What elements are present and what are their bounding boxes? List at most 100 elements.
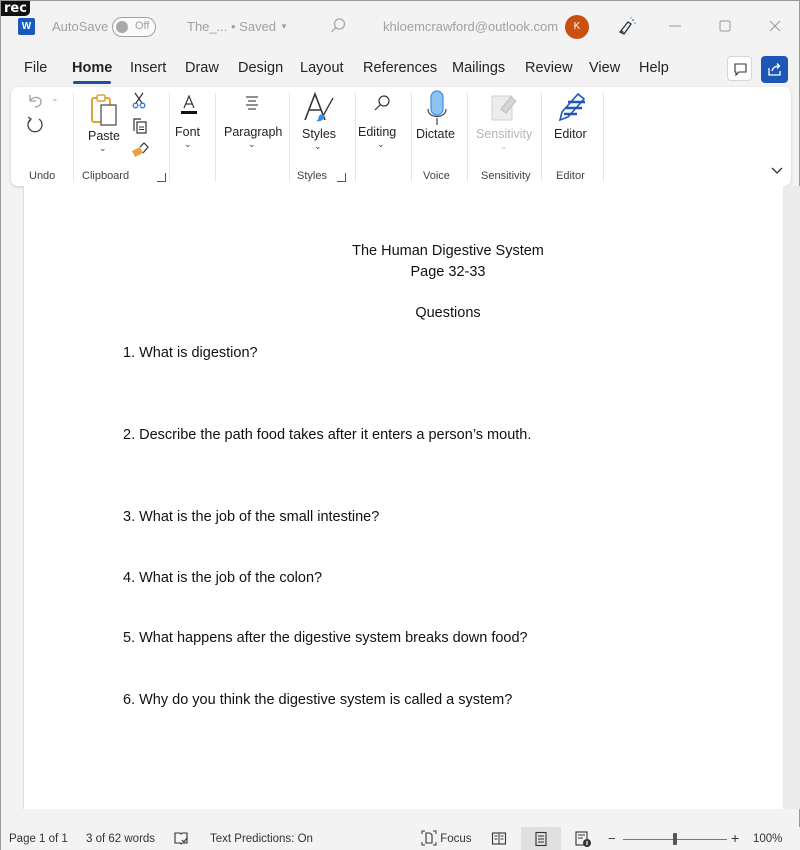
- tab-help[interactable]: Help: [639, 60, 669, 76]
- toggle-knob: [116, 21, 128, 33]
- read-mode-icon[interactable]: [491, 831, 507, 846]
- document-title-text: The Human Digestive System: [352, 243, 544, 259]
- clipboard-dialog-launcher-icon[interactable]: [157, 173, 166, 182]
- document-page[interactable]: The Human Digestive System Page 32-33 Qu…: [23, 186, 783, 809]
- question-item: 5. What happens after the digestive syst…: [123, 630, 528, 646]
- page-info[interactable]: Page 1 of 1: [9, 833, 68, 845]
- paste-button[interactable]: Paste: [88, 129, 120, 143]
- clipboard-group: Paste ⌄ Clipboard: [73, 87, 169, 186]
- word-window: rec W AutoSave Off The_... • Saved ▼ khlo…: [0, 0, 800, 850]
- autosave-state: Off: [135, 20, 150, 32]
- comments-button[interactable]: [727, 56, 752, 81]
- zoom-slider-thumb[interactable]: [673, 833, 677, 845]
- title-bar: W AutoSave Off The_... • Saved ▼ khloemcr…: [1, 1, 800, 53]
- print-layout-icon: [535, 831, 547, 847]
- undo-icon[interactable]: [25, 91, 45, 109]
- autosave-label: AutoSave: [52, 19, 109, 34]
- zoom-out-button[interactable]: −: [608, 831, 616, 846]
- print-layout-button[interactable]: [521, 827, 561, 850]
- undo-dropdown-chevron-icon[interactable]: ⌄: [51, 93, 59, 104]
- focus-label: Focus: [440, 833, 472, 845]
- editing-group[interactable]: Editing ⌄: [355, 87, 411, 186]
- sensitivity-group: Sensitivity ⌄ Sensitivity: [467, 87, 541, 186]
- active-tab-indicator: [73, 81, 111, 84]
- dictate-button[interactable]: Dictate: [416, 127, 455, 141]
- document-subtitle-text: Page 32-33: [410, 264, 486, 280]
- share-icon: [768, 63, 781, 76]
- microphone-icon[interactable]: [425, 89, 449, 127]
- document-title[interactable]: The_...: [187, 19, 227, 34]
- search-icon[interactable]: [328, 16, 348, 36]
- cut-icon[interactable]: [131, 91, 147, 109]
- editor-group: Editor Editor: [541, 87, 603, 186]
- tab-mailings[interactable]: Mailings: [452, 60, 505, 76]
- editing-button-label: Editing: [358, 125, 397, 139]
- autosave-toggle[interactable]: Off: [112, 17, 156, 37]
- focus-button[interactable]: Focus: [421, 830, 472, 846]
- tab-design[interactable]: Design: [238, 60, 283, 76]
- format-painter-icon[interactable]: [130, 141, 150, 159]
- font-dropdown-chevron-icon: ⌄: [184, 139, 192, 149]
- comment-icon: [734, 63, 747, 77]
- font-group[interactable]: Font ⌄: [169, 87, 215, 186]
- tab-insert[interactable]: Insert: [130, 60, 166, 76]
- close-icon[interactable]: [764, 15, 786, 37]
- undo-group-label: Undo: [29, 170, 56, 182]
- paste-dropdown-chevron-icon[interactable]: ⌄: [99, 143, 107, 154]
- word-logo-icon: W: [18, 18, 35, 35]
- web-layout-icon[interactable]: [574, 830, 592, 848]
- designer-wand-icon[interactable]: [616, 15, 638, 37]
- save-status-button[interactable]: • Saved ▼: [231, 19, 288, 34]
- maximize-icon[interactable]: [714, 15, 736, 37]
- sensitivity-icon[interactable]: [489, 91, 519, 123]
- styles-dialog-launcher-icon[interactable]: [337, 173, 346, 182]
- sensitivity-dropdown-chevron-icon: ⌄: [500, 141, 508, 151]
- styles-icon[interactable]: [302, 90, 336, 126]
- status-bar: Page 1 of 1 3 of 62 words Text Predictio…: [1, 827, 800, 850]
- tab-home[interactable]: Home: [72, 60, 112, 76]
- word-count[interactable]: 3 of 62 words: [86, 833, 155, 845]
- paragraph-group[interactable]: Paragraph ⌄: [215, 87, 289, 186]
- paste-icon[interactable]: [90, 93, 120, 127]
- proofing-book-icon[interactable]: [173, 831, 189, 846]
- voice-group-label: Voice: [423, 170, 450, 182]
- vertical-scrollbar[interactable]: [783, 186, 800, 809]
- styles-dropdown-chevron-icon[interactable]: ⌄: [314, 141, 322, 152]
- redo-icon[interactable]: [24, 114, 46, 136]
- tab-layout[interactable]: Layout: [300, 60, 344, 76]
- tab-draw[interactable]: Draw: [185, 60, 219, 76]
- paragraph-align-icon: [246, 96, 258, 110]
- question-item: 1. What is digestion?: [123, 345, 258, 361]
- zoom-level[interactable]: 100%: [753, 833, 782, 845]
- share-button[interactable]: [761, 56, 788, 83]
- ribbon-display-options-chevron-icon[interactable]: [769, 165, 785, 177]
- editor-pen-icon[interactable]: [554, 90, 588, 124]
- copy-icon[interactable]: [131, 117, 149, 135]
- editing-dropdown-chevron-icon: ⌄: [377, 139, 385, 149]
- styles-button[interactable]: Styles: [302, 127, 336, 141]
- tab-references[interactable]: References: [363, 60, 437, 76]
- account-email[interactable]: khloemcrawford@outlook.com: [383, 19, 558, 34]
- question-item: 6. Why do you think the digestive system…: [123, 692, 513, 708]
- paragraph-dropdown-chevron-icon: ⌄: [248, 139, 256, 149]
- editor-button[interactable]: Editor: [554, 127, 587, 141]
- sensitivity-group-label: Sensitivity: [481, 170, 531, 182]
- sensitivity-button[interactable]: Sensitivity: [476, 127, 532, 141]
- text-predictions-status[interactable]: Text Predictions: On: [210, 833, 313, 845]
- tab-review[interactable]: Review: [525, 60, 573, 76]
- tab-view[interactable]: View: [589, 60, 620, 76]
- ribbon: ⌄ Undo Paste ⌄ Clipboard Font ⌄ Paragrap…: [11, 87, 791, 186]
- zoom-in-button[interactable]: +: [731, 830, 739, 846]
- question-item: 3. What is the job of the small intestin…: [123, 509, 380, 525]
- question-item: 4. What is the job of the colon?: [123, 570, 323, 586]
- font-button-label: Font: [175, 125, 201, 139]
- minimize-icon[interactable]: [664, 15, 686, 37]
- clipboard-group-label: Clipboard: [82, 170, 130, 182]
- tab-file[interactable]: File: [24, 60, 47, 76]
- focus-icon: [421, 830, 437, 846]
- avatar[interactable]: K: [565, 15, 589, 39]
- font-color-icon: [181, 94, 197, 114]
- ribbon-tabs: File Home Insert Draw Design Layout Refe…: [1, 53, 800, 87]
- paragraph-button-label: Paragraph: [224, 125, 283, 139]
- caret-down-icon: ▼: [280, 22, 288, 31]
